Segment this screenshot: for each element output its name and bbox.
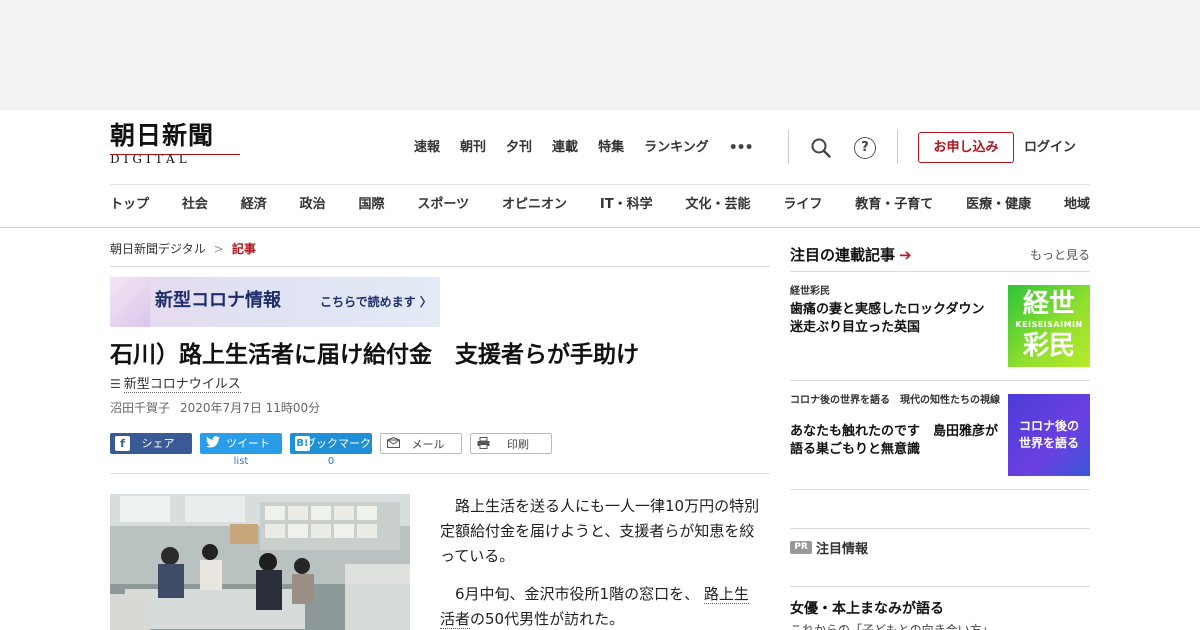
category-politics[interactable]: 政治 [300,195,326,215]
thumbnail-text: 経世 [1022,289,1075,319]
featured-series-header: 注目の連載記事 ➔ もっと見る [790,244,1090,266]
list-icon: ☰ [110,377,121,391]
top-ad-area [0,0,1200,110]
twitter-share-label: ツイート [226,437,270,450]
paragraph-2-lead: 6月中旬、金沢市役所1階の窓口を、 [455,585,700,603]
nav-sokuho[interactable]: 速報 [414,138,440,158]
series-name: コロナ後の世界を語る 現代の知性たちの視線 [790,395,1000,406]
help-icon[interactable]: ? [854,137,876,159]
thumbnail-line: コロナ後の [1018,419,1079,433]
series-item[interactable]: コロナ後の世界を語る 現代の知性たちの視線 あなたも触れたのです 島田雅彦が語る… [790,394,1090,478]
mail-share-label: メール [411,438,445,451]
breadcrumb-home[interactable]: 朝日新聞デジタル [110,242,206,256]
logo-text: 朝日新聞 [110,121,215,150]
article-paragraph-1: 路上生活を送る人にも一人一律10万円の特別定額給付金を届けようと、支援者らが知恵… [440,497,760,565]
more-icon[interactable]: ••• [729,140,754,156]
subscribe-button[interactable]: お申し込み [918,132,1014,163]
breadcrumb-current: 記事 [231,242,256,256]
corona-info-banner[interactable]: 新型コロナ情報 こちらで読めます 〉 [110,277,440,327]
pr-item-title[interactable]: 女優・本上まなみが語る [790,600,1090,618]
thumbnail-text: 彩民 [1022,331,1075,361]
category-it-science[interactable]: IT・科学 [600,195,653,215]
article-photo[interactable] [110,494,410,630]
breadcrumb-separator: > [213,242,224,256]
see-more-link[interactable]: もっと見る [1030,247,1090,263]
logo-rule [110,154,240,155]
thumbnail-text: コロナ後の 世界を語る [1008,418,1090,452]
topic-tag-link[interactable]: 新型コロナウイルス [123,377,241,393]
category-opinion[interactable]: オピニオン [502,195,567,215]
category-economy[interactable]: 経済 [241,195,267,215]
nav-choukan[interactable]: 朝刊 [460,138,486,158]
banner-decoration [110,277,150,327]
arrow-right-icon[interactable]: ➔ [899,246,912,264]
header-divider [110,184,1090,185]
header-divider-left [788,130,789,164]
print-button[interactable]: 印刷 [470,433,552,454]
thumbnail-subtext: KEISEISAIMIN [1015,320,1083,329]
category-region[interactable]: 地域 [1064,195,1090,215]
category-culture[interactable]: 文化・芸能 [685,195,750,215]
category-education[interactable]: 教育・子育て [855,195,933,215]
twitter-share-button[interactable]: ツイート [200,433,282,454]
series-name: 経世彩民 [790,286,830,297]
series-article-title[interactable]: 歯痛の妻と実感したロックダウン 迷走ぶり目立った英国 [790,301,1000,337]
article-body: 路上生活を送る人にも一人一律10万円の特別定額給付金を届けようと、支援者らが知恵… [440,494,760,630]
series-thumbnail[interactable]: コロナ後の 世界を語る [1008,394,1090,476]
header-divider-right [897,130,898,164]
featured-series-title[interactable]: 注目の連載記事 [790,246,895,264]
facebook-share-button[interactable]: f シェア [110,433,192,454]
hatena-bookmark-button[interactable]: B! ブックマーク [290,433,372,454]
pr-section-header: PR 注目情報 [790,537,869,557]
banner-cta: こちらで読めます 〉 [320,295,432,309]
category-life[interactable]: ライフ [783,195,822,215]
hatena-count[interactable]: 0 [290,456,372,468]
topic-tag-row: ☰ 新型コロナウイルス [110,376,241,393]
sidebar-divider [790,380,1090,381]
banner-title: 新型コロナ情報 [155,290,281,311]
sidebar-divider [790,528,1090,529]
category-international[interactable]: 国際 [359,195,385,215]
article-paragraph-2: 6月中旬、金沢市役所1階の窓口を、 路上生活者の50代男性が訪れた。 [440,582,760,630]
nav-rensai[interactable]: 連載 [552,138,578,158]
pr-badge: PR [790,541,812,554]
sidebar-divider [790,489,1090,490]
top-nav: 速報 朝刊 夕刊 連載 特集 ランキング ••• [414,138,754,158]
site-logo[interactable]: 朝日新聞 DIGITAL [110,122,242,172]
series-item[interactable]: 経世彩民 歯痛の妻と実感したロックダウン 迷走ぶり目立った英国 経世 KEISE… [790,285,1090,369]
category-nav: トップ 社会 経済 政治 国際 スポーツ オピニオン IT・科学 文化・芸能 ラ… [110,195,1090,215]
category-society[interactable]: 社会 [182,195,208,215]
category-health[interactable]: 医療・健康 [966,195,1031,215]
paragraph-2-tail: の50代男性が訪れた。 [470,610,625,628]
nav-tokushu[interactable]: 特集 [598,138,624,158]
category-sports[interactable]: スポーツ [417,195,469,215]
share-divider [110,473,770,474]
byline: 沼田千賀子 2020年7月7日 11時00分 [110,400,320,416]
print-label: 印刷 [507,438,529,451]
twitter-count[interactable]: list [200,456,282,468]
author-name: 沼田千賀子 [110,401,171,415]
pr-section-title: 注目情報 [816,542,869,557]
mail-share-button[interactable]: メール [380,433,462,454]
publish-date: 2020年7月7日 11時00分 [180,401,321,415]
login-link[interactable]: ログイン [1024,138,1076,158]
search-icon[interactable] [810,137,832,159]
series-article-title[interactable]: あなたも触れたのです 島田雅彦が語る巣ごもりと無意識 [790,423,1000,459]
breadcrumb-divider [110,266,770,267]
nav-yuukan[interactable]: 夕刊 [506,138,532,158]
hatena-bookmark-label: ブックマーク [305,437,371,450]
category-top[interactable]: トップ [110,195,149,215]
thumbnail-line: 世界を語る [1018,436,1079,450]
site-header: 朝日新聞 DIGITAL 速報 朝刊 夕刊 連載 特集 ランキング ••• ? … [0,110,1200,228]
pr-item-subtitle[interactable]: これからの「子どもとの向き合い方」 [790,622,1090,630]
nav-ranking[interactable]: ランキング [644,138,709,158]
sidebar-divider [790,586,1090,587]
series-thumbnail[interactable]: 経世 KEISEISAIMIN 彩民 [1008,285,1090,367]
facebook-share-label: シェア [141,437,175,450]
sidebar-divider [790,271,1090,272]
article-headline: 石川）路上生活者に届け給付金 支援者らが手助け [110,342,639,368]
breadcrumb: 朝日新聞デジタル > 記事 [110,241,256,257]
